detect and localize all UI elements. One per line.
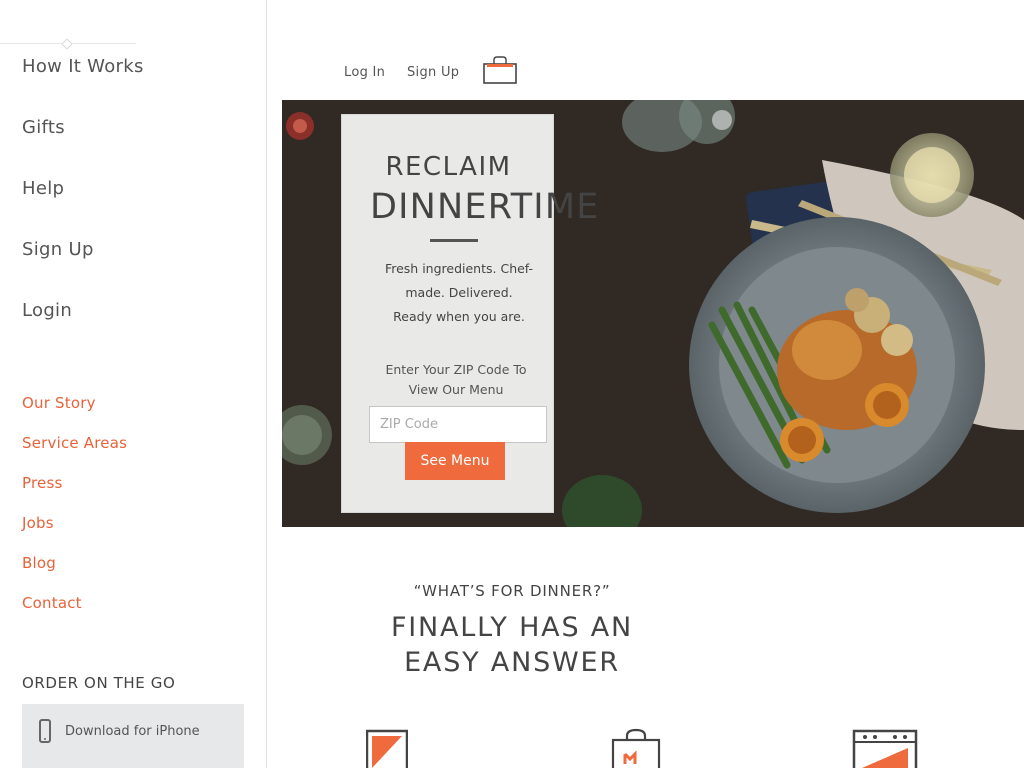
hero-desc-line-3: Ready when you are. — [393, 309, 525, 324]
sidebar-link-contact[interactable]: Contact — [22, 594, 127, 634]
box-icon — [366, 729, 408, 768]
hero-title-line-2: DINNERTIME — [370, 187, 600, 227]
signup-link[interactable]: Sign Up — [407, 65, 459, 80]
hero-title-line-1: RECLAIM — [385, 152, 512, 182]
order-on-the-go-heading: ORDER ON THE GO — [22, 674, 176, 692]
tagline-line-1: FINALLY HAS AN — [390, 612, 634, 643]
tagline-main: FINALLY HAS AN EASY ANSWER — [282, 610, 742, 680]
sidebar-link-jobs[interactable]: Jobs — [22, 514, 127, 554]
hero-banner: RECLAIM DINNERTIME Fresh ingredients. Ch… — [282, 100, 1024, 527]
hero-description: Fresh ingredients. Chef- made. Delivered… — [364, 257, 554, 329]
hero-card: RECLAIM DINNERTIME Fresh ingredients. Ch… — [341, 114, 598, 513]
sidebar-link-our-story[interactable]: Our Story — [22, 394, 127, 434]
zip-prompt-line-1: Enter Your ZIP Code To — [385, 362, 527, 377]
tagline-quote: “WHAT’S FOR DINNER?” — [413, 582, 611, 600]
sidebar-item-sign-up[interactable]: Sign Up — [22, 239, 144, 300]
see-menu-button[interactable]: See Menu — [405, 442, 505, 480]
sidebar-item-help[interactable]: Help — [22, 178, 144, 239]
sidebar: How It Works Gifts Help Sign Up Login Ou… — [0, 0, 267, 768]
tagline-line-2: EASY ANSWER — [404, 647, 620, 678]
zip-code-input[interactable] — [369, 406, 547, 443]
shopping-bag-icon[interactable] — [483, 56, 517, 84]
hero-desc-line-2: made. Delivered. — [405, 285, 513, 300]
oven-icon — [852, 729, 918, 768]
sidebar-item-gifts[interactable]: Gifts — [22, 117, 144, 178]
sidebar-link-blog[interactable]: Blog — [22, 554, 127, 594]
grocery-bag-icon — [611, 728, 661, 768]
sidebar-item-how-it-works[interactable]: How It Works — [22, 56, 144, 117]
secondary-nav: Our Story Service Areas Press Jobs Blog … — [22, 394, 127, 634]
zip-prompt: Enter Your ZIP Code To View Our Menu — [364, 360, 548, 400]
sidebar-link-press[interactable]: Press — [22, 474, 127, 514]
zip-prompt-line-2: View Our Menu — [408, 382, 504, 397]
download-iphone-button[interactable]: Download for iPhone — [22, 704, 244, 768]
phone-icon — [39, 719, 51, 743]
login-link[interactable]: Log In — [344, 65, 385, 80]
download-iphone-label: Download for iPhone — [65, 723, 200, 739]
sidebar-link-service-areas[interactable]: Service Areas — [22, 434, 127, 474]
hero-title-rule — [430, 239, 478, 242]
diamond-ornament-icon — [61, 38, 73, 50]
primary-nav: How It Works Gifts Help Sign Up Login — [22, 56, 144, 361]
sidebar-item-login[interactable]: Login — [22, 300, 144, 361]
hero-desc-line-1: Fresh ingredients. Chef- — [384, 261, 534, 276]
